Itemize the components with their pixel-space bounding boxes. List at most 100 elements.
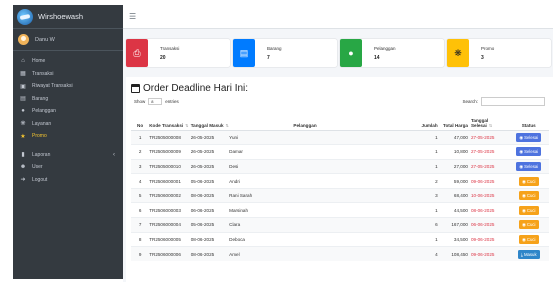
table-row: 2 TR2505000009 26-05-2025 Damar 1 10,800… — [131, 144, 549, 160]
cell-no: 8 — [131, 231, 150, 247]
status-button[interactable]: ◉ Cuci — [518, 176, 539, 186]
status-button[interactable]: ◉ Cuci — [518, 220, 539, 230]
card-label: Transaksi — [160, 46, 180, 51]
cell-total: 108,450 — [439, 246, 468, 262]
cell-jumlah: 4 — [380, 246, 440, 262]
users-icon: ● — [340, 39, 362, 67]
sidebar-item-label: Transaksi — [32, 70, 54, 77]
cell-status: ◉ Cuci — [508, 217, 549, 233]
cart-icon: ▤ — [20, 96, 26, 103]
cell-total: 44,500 — [439, 202, 468, 218]
status-button[interactable]: ◉ Cuci — [518, 191, 539, 201]
cell-total: 47,000 — [439, 129, 468, 145]
table-row: 6 TR2506000003 06-06-2025 Marsinah 1 44,… — [131, 202, 549, 218]
status-button[interactable]: ◉ Selesai — [516, 161, 542, 171]
status-button[interactable]: ◉ Cuci — [518, 234, 539, 244]
table-row: 3 TR2505000010 26-05-2025 Desi 1 27,000 … — [131, 158, 549, 174]
cell-tanggal-masuk: 26-05-2025 — [190, 158, 230, 174]
sidebar-item-label: Home — [32, 58, 46, 65]
user-name: Danu W — [35, 36, 55, 43]
card-value: 3 — [481, 55, 484, 61]
app-window: Wirshoewash Danu W ⌂ Home ▦ Transaksi ▣ … — [0, 0, 553, 282]
file-icon: ▮ — [21, 152, 25, 159]
main-content: ⎙ Transaksi 20 ▤ Barang 7 ● Pelanggan 14… — [123, 29, 553, 282]
printer-icon: ⎙ — [126, 39, 148, 67]
table-header-row: No Kode Transaksi ⇅ Tanggal Masuk ⇅ Pelang… — [131, 111, 549, 131]
gear-icon: ❋ — [20, 121, 26, 128]
header-tanggal-selesai[interactable]: Tanggal Selesai ⇅ — [467, 111, 509, 131]
cell-tanggal-masuk: 05-06-2025 — [190, 173, 230, 189]
table-row: 8 TR2506000005 08-06-2025 Deboca 1 34,50… — [131, 231, 549, 247]
user-panel[interactable]: Danu W — [13, 29, 123, 51]
users-icon: ● — [21, 108, 25, 115]
sidebar-item-transaksi[interactable]: ▦ Transaksi — [13, 68, 123, 81]
sidebar-item-riwayat-transaksi[interactable]: ▣ Riwayat Transaksi — [13, 80, 123, 93]
sidebar-item-barang[interactable]: ▤ Barang — [13, 93, 123, 106]
gear-icon: ❋ — [447, 39, 469, 67]
cell-pelanggan: Rani Sarah — [229, 187, 381, 203]
cell-pelanggan: Damar — [229, 144, 381, 160]
cell-tanggal-selesai: 08-06-2025 — [467, 202, 509, 218]
sidebar-item-laporan[interactable]: ▮ Laporan ‹ — [13, 149, 123, 162]
cell-pelanggan: Yuni — [229, 129, 381, 145]
cell-status: ◉ Selesai — [508, 158, 549, 174]
header-status[interactable]: Status — [508, 111, 549, 131]
entries-select[interactable]: 8 — [148, 98, 163, 105]
sidebar-item-user[interactable]: ☻ User — [13, 161, 123, 174]
header-kode-transaksi[interactable]: Kode Transaksi ⇅ — [149, 111, 191, 131]
header-total-harga[interactable]: Total Harga — [439, 111, 468, 131]
info-card-barang[interactable]: ▤ Barang 7 — [233, 39, 337, 67]
cell-kode: TR2505000008 — [149, 129, 191, 145]
cell-status: ⤓ Masuk — [508, 246, 549, 262]
order-table: No Kode Transaksi ⇅ Tanggal Masuk ⇅ Pelang… — [131, 111, 549, 262]
cell-pelanggan: Desi — [229, 158, 381, 174]
search-input[interactable] — [481, 97, 545, 106]
sidebar-item-layanan[interactable]: ❋ Layanan — [13, 118, 123, 131]
status-button[interactable]: ⤓ Masuk — [517, 249, 540, 259]
info-card-transaksi[interactable]: ⎙ Transaksi 20 — [126, 39, 230, 67]
brand[interactable]: Wirshoewash — [13, 5, 123, 29]
cell-no: 6 — [131, 202, 150, 218]
card-label: Promo — [481, 46, 495, 51]
status-button[interactable]: ◉ Selesai — [516, 147, 542, 157]
truck-icon: ▣ — [20, 83, 26, 90]
header-no[interactable]: No — [131, 111, 150, 131]
table-title-text: Order Deadline Hari Ini: — [143, 83, 249, 94]
table-row: 9 TR2506000006 08-06-2025 Amel 4 108,450… — [131, 246, 549, 262]
header-tanggal-masuk[interactable]: Tanggal Masuk ⇅ — [190, 111, 230, 131]
status-button[interactable]: ◉ Cuci — [518, 205, 539, 215]
star-icon: ★ — [20, 133, 26, 140]
entries-label: entries — [165, 99, 179, 104]
cell-status: ◉ Cuci — [508, 187, 549, 203]
cell-tanggal-masuk: 26-05-2025 — [190, 144, 230, 160]
cell-tanggal-selesai: 27-05-2025 — [467, 158, 509, 174]
sidebar-item-home[interactable]: ⌂ Home — [13, 55, 123, 68]
cell-jumlah: 2 — [380, 173, 440, 189]
brand-logo — [17, 8, 33, 25]
info-card-promo[interactable]: ❋ Promo 3 — [447, 39, 551, 67]
sidebar-item-label: Logout — [32, 176, 48, 183]
cell-status: ◉ Selesai — [508, 129, 549, 145]
hamburger-menu-icon[interactable]: ☰ — [129, 12, 136, 21]
cell-kode: TR2506000001 — [149, 173, 191, 189]
sidebar-item-logout[interactable]: ➜ Logout — [13, 174, 123, 187]
cell-tanggal-selesai: 10-06-2025 — [467, 187, 509, 203]
avatar — [18, 34, 29, 45]
sidebar-item-pelanggan[interactable]: ● Pelanggan — [13, 105, 123, 118]
header-jumlah[interactable]: Jumlah — [380, 111, 440, 131]
table-icon: ▦ — [20, 71, 26, 78]
top-navbar: ☰ — [123, 5, 553, 29]
header-pelanggan[interactable]: Pelanggan — [229, 111, 381, 131]
show-label: Show — [134, 99, 146, 104]
sidebar: Wirshoewash Danu W ⌂ Home ▦ Transaksi ▣ … — [13, 5, 123, 279]
info-card-pelanggan[interactable]: ● Pelanggan 14 — [340, 39, 444, 67]
cell-kode: TR2506000004 — [149, 217, 191, 233]
sidebar-item-promo[interactable]: ★ Promo — [13, 130, 123, 143]
cell-tanggal-masuk: 08-06-2025 — [190, 246, 230, 262]
cell-tanggal-masuk: 08-06-2025 — [190, 187, 230, 203]
cell-status: ◉ Cuci — [508, 173, 549, 189]
cell-no: 5 — [131, 187, 150, 203]
status-button[interactable]: ◉ Selesai — [516, 132, 542, 142]
table-row: 7 TR2506000004 05-06-2025 Clara 6 167,00… — [131, 217, 549, 233]
cell-status: ◉ Selesai — [508, 144, 549, 160]
